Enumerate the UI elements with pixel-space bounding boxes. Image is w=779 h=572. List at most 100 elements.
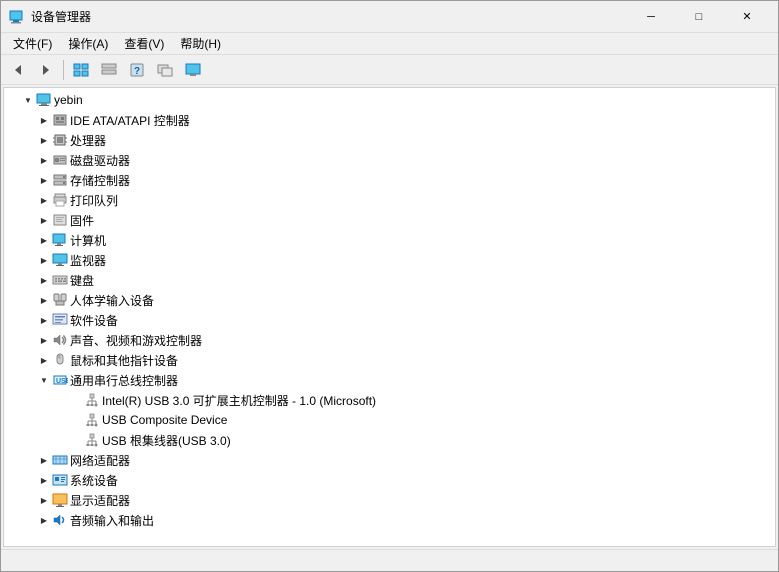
toolbar-sep-1 bbox=[63, 60, 64, 80]
menu-file[interactable]: 文件(F) bbox=[5, 33, 60, 54]
expand-software[interactable]: ▶ bbox=[36, 312, 52, 328]
window-title: 设备管理器 bbox=[31, 8, 91, 25]
tree-item-system[interactable]: ▶ 系统设备 bbox=[4, 470, 775, 490]
display-icon bbox=[52, 492, 68, 508]
title-bar: 设备管理器 ─ □ ✕ bbox=[1, 1, 778, 33]
tree-item-software[interactable]: ▶ 软件设备 bbox=[4, 310, 775, 330]
toolbar-btn-3[interactable] bbox=[152, 58, 178, 82]
title-controls: ─ □ ✕ bbox=[628, 1, 770, 33]
tree-item-usb[interactable]: ▼ USB 通用串行总线控制器 bbox=[4, 370, 775, 390]
tree-item-cpu[interactable]: ▶ 处理器 bbox=[4, 130, 775, 150]
tree-item-usb-hub[interactable]: ▶ USB 根集线器(USB 3.0) bbox=[4, 430, 775, 450]
tree-mouse-label: 鼠标和其他指针设备 bbox=[70, 352, 178, 369]
forward-button[interactable] bbox=[33, 58, 59, 82]
software-icon bbox=[52, 312, 68, 328]
print-icon bbox=[52, 192, 68, 208]
menu-help[interactable]: 帮助(H) bbox=[172, 33, 229, 54]
expand-hid[interactable]: ▶ bbox=[36, 292, 52, 308]
tree-item-mouse[interactable]: ▶ 鼠标和其他指针设备 bbox=[4, 350, 775, 370]
usb-device-icon-3 bbox=[84, 432, 100, 448]
expand-usb-hub: ▶ bbox=[68, 432, 84, 448]
tree-hid-label: 人体学输入设备 bbox=[70, 292, 154, 309]
toolbar-btn-1[interactable] bbox=[68, 58, 94, 82]
tree-monitor-label: 监视器 bbox=[70, 252, 106, 269]
tree-item-disk[interactable]: ▶ 磁盘驱动器 bbox=[4, 150, 775, 170]
menu-view[interactable]: 查看(V) bbox=[116, 33, 172, 54]
expand-display[interactable]: ▶ bbox=[36, 492, 52, 508]
maximize-button[interactable]: □ bbox=[676, 1, 722, 33]
toolbar-btn-help[interactable]: ? bbox=[124, 58, 150, 82]
close-button[interactable]: ✕ bbox=[724, 1, 770, 33]
network-icon bbox=[52, 452, 68, 468]
tree-storage-label: 存储控制器 bbox=[70, 172, 130, 189]
expand-audio[interactable]: ▶ bbox=[36, 512, 52, 528]
status-bar bbox=[1, 549, 778, 571]
tree-item-usb-composite[interactable]: ▶ USB Composite Device bbox=[4, 410, 775, 430]
content-area: ▼ yebin ▶ bbox=[1, 85, 778, 549]
menu-bar: 文件(F) 操作(A) 查看(V) 帮助(H) bbox=[1, 33, 778, 55]
tree-item-hid[interactable]: ▶ 人体学输入设备 bbox=[4, 290, 775, 310]
expand-storage[interactable]: ▶ bbox=[36, 172, 52, 188]
tree-system-label: 系统设备 bbox=[70, 472, 118, 489]
expand-root[interactable]: ▼ bbox=[20, 92, 36, 108]
disk-icon bbox=[52, 152, 68, 168]
tree-audio-label: 音频输入和输出 bbox=[70, 512, 154, 529]
expand-usb-composite: ▶ bbox=[68, 412, 84, 428]
expand-sound[interactable]: ▶ bbox=[36, 332, 52, 348]
expand-network[interactable]: ▶ bbox=[36, 452, 52, 468]
expand-monitor[interactable]: ▶ bbox=[36, 252, 52, 268]
usb-device-icon-2 bbox=[84, 412, 100, 428]
tree-usb-composite-label: USB Composite Device bbox=[102, 413, 227, 427]
expand-cpu[interactable]: ▶ bbox=[36, 132, 52, 148]
tree-item-monitor[interactable]: ▶ 监视器 bbox=[4, 250, 775, 270]
expand-disk[interactable]: ▶ bbox=[36, 152, 52, 168]
tree-root-yebin[interactable]: ▼ yebin bbox=[4, 90, 775, 110]
tree-firmware-label: 固件 bbox=[70, 212, 94, 229]
tree-item-firmware[interactable]: ▶ 固件 bbox=[4, 210, 775, 230]
firmware-icon bbox=[52, 212, 68, 228]
cpu-icon bbox=[52, 132, 68, 148]
usb-controller-icon: USB bbox=[52, 372, 68, 388]
device-manager-window: 设备管理器 ─ □ ✕ 文件(F) 操作(A) 查看(V) 帮助(H) bbox=[0, 0, 779, 572]
tree-usb-label: 通用串行总线控制器 bbox=[70, 372, 178, 389]
tree-item-keyboard[interactable]: ▶ 键盘 bbox=[4, 270, 775, 290]
keyboard-icon bbox=[52, 272, 68, 288]
ide-icon bbox=[52, 112, 68, 128]
tree-item-computer[interactable]: ▶ 计算机 bbox=[4, 230, 775, 250]
expand-mouse[interactable]: ▶ bbox=[36, 352, 52, 368]
expand-keyboard[interactable]: ▶ bbox=[36, 272, 52, 288]
tree-item-print[interactable]: ▶ 打印队列 bbox=[4, 190, 775, 210]
svg-text:USB: USB bbox=[56, 378, 68, 385]
tree-item-display[interactable]: ▶ 显示适配器 bbox=[4, 490, 775, 510]
expand-usb-intel: ▶ bbox=[68, 392, 84, 408]
expand-print[interactable]: ▶ bbox=[36, 192, 52, 208]
tree-print-label: 打印队列 bbox=[70, 192, 118, 209]
storage-icon bbox=[52, 172, 68, 188]
device-tree[interactable]: ▼ yebin ▶ bbox=[3, 87, 776, 547]
hid-icon bbox=[52, 292, 68, 308]
back-button[interactable] bbox=[5, 58, 31, 82]
tree-sound-label: 声音、视频和游戏控制器 bbox=[70, 332, 202, 349]
toolbar-btn-2[interactable] bbox=[96, 58, 122, 82]
expand-usb[interactable]: ▼ bbox=[36, 372, 52, 388]
tree-network-label: 网络适配器 bbox=[70, 452, 130, 469]
tree-item-ide[interactable]: ▶ IDE ATA/ATAPI 控制器 bbox=[4, 110, 775, 130]
tree-item-network[interactable]: ▶ 网络适配器 bbox=[4, 450, 775, 470]
tree-item-usb-intel[interactable]: ▶ Intel(R) USB 3.0 可扩展主机控制 bbox=[4, 390, 775, 410]
tree-item-storage[interactable]: ▶ 存储控制器 bbox=[4, 170, 775, 190]
expand-system[interactable]: ▶ bbox=[36, 472, 52, 488]
computer-item-icon bbox=[52, 232, 68, 248]
expand-ide[interactable]: ▶ bbox=[36, 112, 52, 128]
monitor-item-icon bbox=[52, 252, 68, 268]
sound-icon bbox=[52, 332, 68, 348]
tree-item-audio[interactable]: ▶ 音频输入和输出 bbox=[4, 510, 775, 530]
toolbar-btn-monitor[interactable] bbox=[180, 58, 206, 82]
title-bar-left: 设备管理器 bbox=[9, 8, 91, 25]
tree-item-sound[interactable]: ▶ 声音、视频和游戏控制器 bbox=[4, 330, 775, 350]
tree-display-label: 显示适配器 bbox=[70, 492, 130, 509]
expand-firmware[interactable]: ▶ bbox=[36, 212, 52, 228]
expand-computer[interactable]: ▶ bbox=[36, 232, 52, 248]
minimize-button[interactable]: ─ bbox=[628, 1, 674, 33]
tree-disk-label: 磁盘驱动器 bbox=[70, 152, 130, 169]
menu-action[interactable]: 操作(A) bbox=[60, 33, 116, 54]
